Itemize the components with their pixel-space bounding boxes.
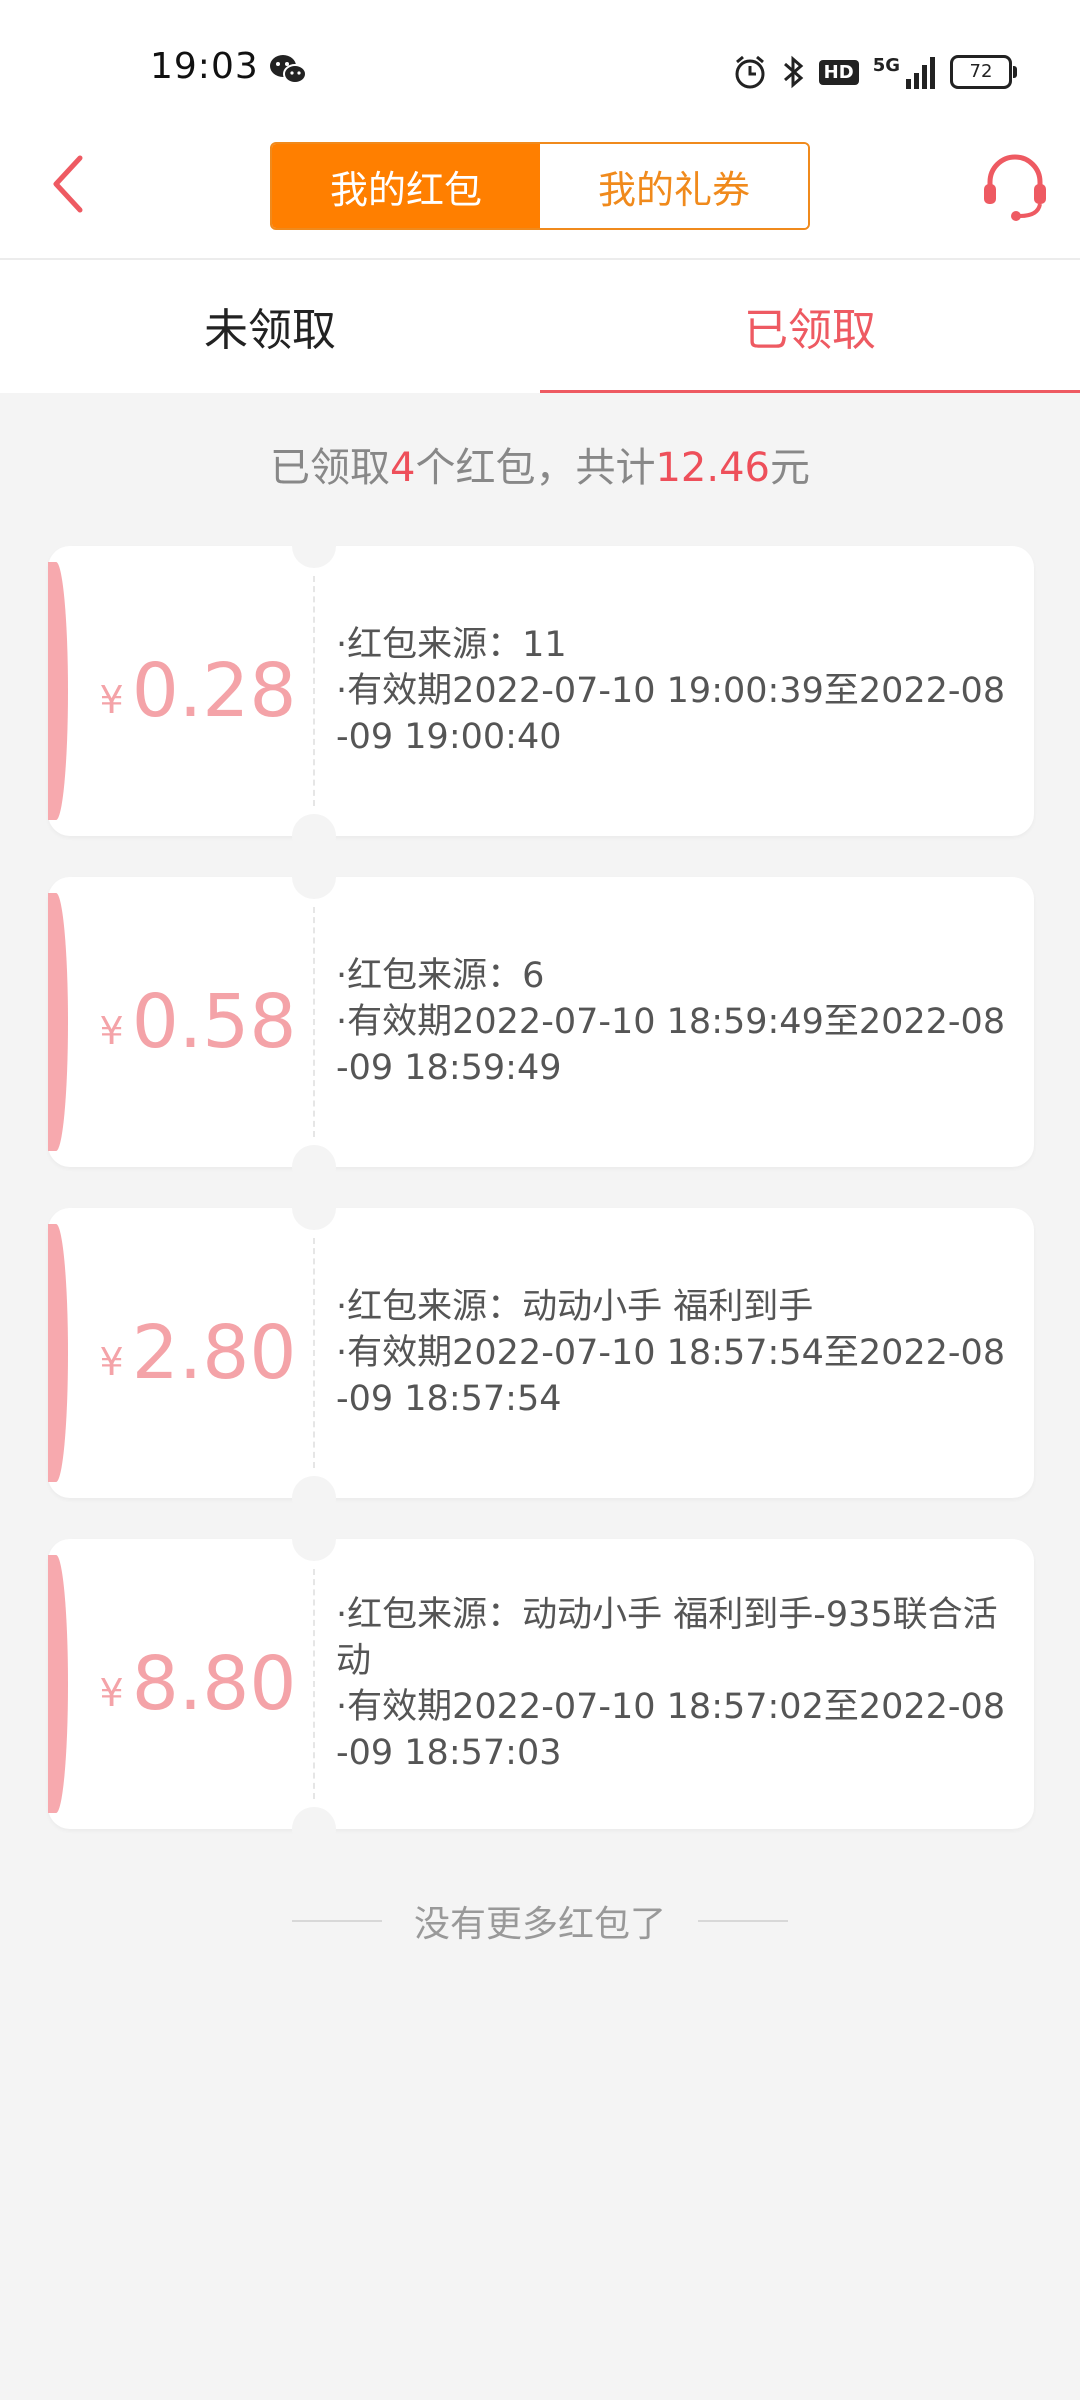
summary-prefix: 已领取 bbox=[270, 445, 391, 491]
end-line-left bbox=[291, 1920, 382, 1922]
segment-my-coupons[interactable]: 我的礼券 bbox=[540, 144, 808, 228]
segment-my-red-packets[interactable]: 我的红包 bbox=[272, 144, 540, 228]
card-notch bbox=[292, 1807, 336, 1851]
signal-icon bbox=[906, 57, 935, 89]
card-accent-bar bbox=[48, 893, 68, 1151]
summary-middle: 个红包，共计 bbox=[415, 445, 656, 491]
red-packet-card: ¥0.58 ·红包来源：6 ·有效期2022-07-10 18:59:49至20… bbox=[48, 855, 1034, 1189]
card-validity: ·有效期2022-07-10 18:57:02至2022-08-09 18:57… bbox=[336, 1687, 1006, 1773]
card-accent-bar bbox=[48, 562, 68, 820]
card-accent-bar bbox=[48, 1555, 68, 1813]
list-end-indicator: 没有更多红包了 bbox=[0, 1895, 1080, 1947]
headset-icon[interactable] bbox=[980, 150, 1050, 222]
tab-unclaimed[interactable]: 未领取 bbox=[0, 260, 540, 392]
card-notch bbox=[292, 1186, 336, 1230]
segmented-control: 我的红包 我的礼券 bbox=[270, 142, 810, 230]
card-source: ·红包来源：6 bbox=[336, 956, 545, 996]
card-amount: ¥2.80 bbox=[98, 1208, 298, 1498]
amount-value: 8.80 bbox=[131, 1641, 297, 1727]
summary-count: 4 bbox=[390, 445, 416, 491]
card-accent-bar bbox=[48, 1224, 68, 1482]
card-amount: ¥0.58 bbox=[98, 877, 298, 1167]
card-divider bbox=[313, 907, 315, 1137]
active-tab-indicator bbox=[540, 390, 1080, 393]
card-info: ·红包来源：6 ·有效期2022-07-10 18:59:49至2022-08-… bbox=[336, 877, 1016, 1167]
card-notch bbox=[292, 814, 336, 858]
card-validity: ·有效期2022-07-10 18:57:54至2022-08-09 18:57… bbox=[336, 1333, 1006, 1419]
card-source: ·红包来源：动动小手 福利到手 bbox=[336, 1287, 814, 1327]
card-source: ·红包来源：11 bbox=[336, 625, 567, 665]
red-packet-card: ¥0.28 ·红包来源：11 ·有效期2022-07-10 19:00:39至2… bbox=[48, 524, 1034, 858]
status-icons: HD 5G 72 bbox=[733, 52, 1017, 92]
battery-icon: 72 bbox=[950, 55, 1017, 89]
tab-claimed[interactable]: 已领取 bbox=[540, 260, 1080, 392]
card-amount: ¥8.80 bbox=[98, 1539, 298, 1829]
summary-text: 已领取4个红包，共计12.46元 bbox=[0, 435, 1080, 493]
amount-value: 2.80 bbox=[131, 1310, 297, 1396]
currency-symbol: ¥ bbox=[99, 1009, 124, 1053]
card-notch bbox=[292, 524, 336, 568]
red-packet-card: ¥8.80 ·红包来源：动动小手 福利到手-935联合活动 ·有效期2022-0… bbox=[48, 1517, 1034, 1851]
card-validity: ·有效期2022-07-10 18:59:49至2022-08-09 18:59… bbox=[336, 1002, 1006, 1088]
currency-symbol: ¥ bbox=[99, 678, 124, 722]
card-divider bbox=[313, 576, 315, 806]
summary-total: 12.46 bbox=[655, 445, 770, 491]
card-divider bbox=[313, 1238, 315, 1468]
wechat-icon bbox=[270, 55, 307, 84]
status-time: 19:03 bbox=[150, 46, 259, 87]
card-amount: ¥0.28 bbox=[98, 546, 298, 836]
card-validity: ·有效期2022-07-10 19:00:39至2022-08-09 19:00… bbox=[336, 671, 1006, 757]
card-notch bbox=[292, 1145, 336, 1189]
status-bar: 19:03 HD 5G 72 bbox=[0, 0, 1080, 140]
card-info: ·红包来源：动动小手 福利到手 ·有效期2022-07-10 18:57:54至… bbox=[336, 1208, 1016, 1498]
alarm-icon bbox=[735, 55, 765, 89]
card-notch bbox=[292, 1517, 336, 1561]
amount-value: 0.58 bbox=[131, 979, 297, 1065]
currency-symbol: ¥ bbox=[99, 1671, 124, 1715]
end-line-right bbox=[698, 1920, 788, 1922]
red-packet-card: ¥2.80 ·红包来源：动动小手 福利到手 ·有效期2022-07-10 18:… bbox=[48, 1186, 1034, 1520]
end-text: 没有更多红包了 bbox=[413, 1904, 666, 1945]
card-info: ·红包来源：11 ·有效期2022-07-10 19:00:39至2022-08… bbox=[336, 546, 1016, 836]
summary-suffix: 元 bbox=[769, 445, 810, 491]
card-divider bbox=[313, 1569, 315, 1799]
card-notch bbox=[292, 1476, 336, 1520]
hd-badge: HD bbox=[818, 59, 859, 85]
currency-symbol: ¥ bbox=[99, 1340, 124, 1384]
card-info: ·红包来源：动动小手 福利到手-935联合活动 ·有效期2022-07-10 1… bbox=[336, 1539, 1016, 1829]
card-source: ·红包来源：动动小手 福利到手-935联合活动 bbox=[336, 1595, 998, 1681]
network-label: 5G bbox=[872, 54, 900, 76]
chevron-left-icon[interactable] bbox=[48, 152, 88, 216]
amount-value: 0.28 bbox=[131, 648, 297, 734]
card-notch bbox=[292, 855, 336, 899]
bluetooth-icon bbox=[783, 55, 803, 89]
